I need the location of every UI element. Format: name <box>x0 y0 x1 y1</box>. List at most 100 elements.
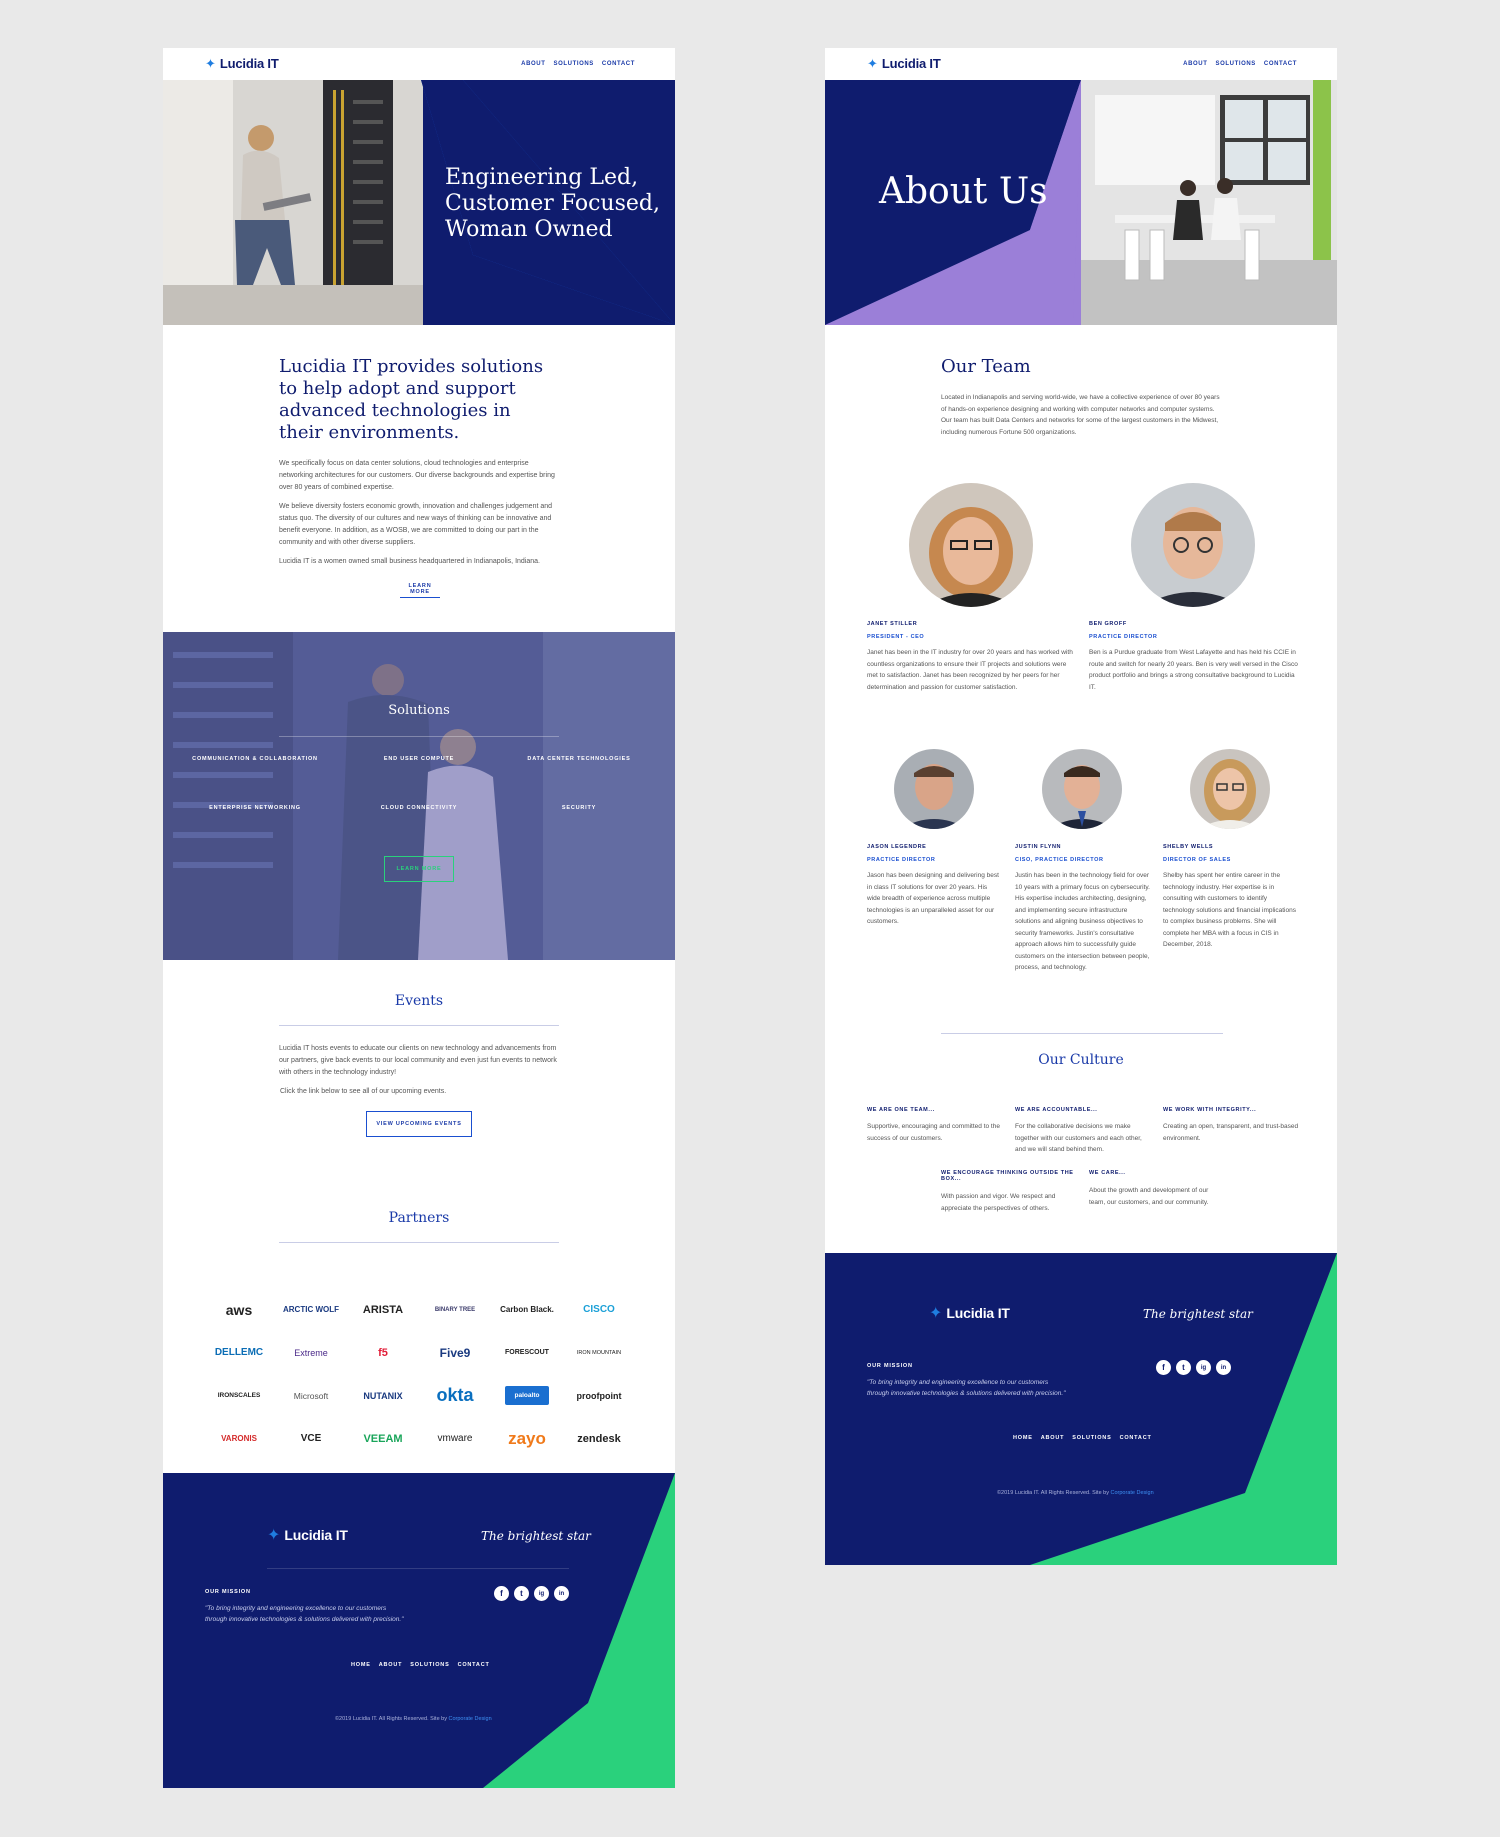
view-upcoming-events-button[interactable]: VIEW UPCOMING EVENTS <box>366 1111 472 1137</box>
avatar-jason-legendre <box>894 749 974 829</box>
avatar-justin-flynn <box>1042 749 1122 829</box>
logo[interactable]: ✦ Lucidia IT <box>867 56 941 71</box>
social-links: f t ig in <box>494 1586 569 1601</box>
intro-heading: Lucidia IT provides solutions to help ad… <box>279 356 544 443</box>
logo-text: Lucidia IT <box>881 56 941 71</box>
footer-logo[interactable]: ✦ Lucidia IT <box>929 1305 1010 1321</box>
solution-item[interactable]: SECURITY <box>499 805 659 811</box>
member-role: PRESIDENT - CEO <box>867 634 925 640</box>
partner-logo-okta: okta <box>436 1385 474 1405</box>
intro-paragraph: Lucidia IT is a women owned small busine… <box>279 558 540 565</box>
member-name: BEN GROFF <box>1089 621 1127 627</box>
member-bio: Jason has been designing and delivering … <box>867 872 999 925</box>
learn-more-link[interactable]: LEARN MORE <box>400 583 440 598</box>
footer-accent-shape <box>1030 1253 1337 1565</box>
partner-logo-veeam: VEEAM <box>363 1432 403 1445</box>
instagram-icon[interactable]: ig <box>534 1586 549 1601</box>
footer-link-contact[interactable]: CONTACT <box>1120 1435 1152 1441</box>
events-title: Events <box>394 993 444 1009</box>
star-logo-icon: ✦ <box>267 1526 281 1544</box>
member-name: SHELBY WELLS <box>1163 844 1214 850</box>
logo-text: Lucidia IT <box>946 1305 1010 1321</box>
footer-logo[interactable]: ✦ Lucidia IT <box>267 1527 348 1543</box>
avatar-shelby-wells <box>1190 749 1270 829</box>
member-bio: Shelby has spent her entire career in th… <box>1163 872 1296 948</box>
partner-logo-forescout: FORESCOUT <box>505 1349 549 1356</box>
about-page-mockup: ✦ Lucidia IT ABOUT SOLUTIONS CONTACT Abo… <box>825 48 1337 1565</box>
footer-link-about[interactable]: ABOUT <box>379 1662 403 1668</box>
hero-title-line: Woman Owned <box>445 217 613 242</box>
logo[interactable]: ✦ Lucidia IT <box>205 56 279 71</box>
nav-contact[interactable]: CONTACT <box>602 61 635 67</box>
member-name: JASON LEGENDRE <box>867 844 927 850</box>
partner-logo-five9: Five9 <box>439 1345 471 1360</box>
divider <box>267 1568 569 1569</box>
instagram-icon[interactable]: ig <box>1196 1360 1211 1375</box>
footer-link-about[interactable]: ABOUT <box>1041 1435 1065 1441</box>
partner-logo-vce: VCE <box>300 1433 322 1444</box>
partner-logo-f5: f5 <box>378 1346 388 1359</box>
partners-title: Partners <box>388 1210 450 1226</box>
partner-logo-zendesk: zendesk <box>577 1432 621 1445</box>
partner-logo-arctic-wolf: ARCTIC WOLF <box>283 1305 339 1314</box>
mission-text: "To bring integrity and engineering exce… <box>867 1379 1066 1397</box>
twitter-icon[interactable]: t <box>1176 1360 1191 1375</box>
footer-link-contact[interactable]: CONTACT <box>458 1662 490 1668</box>
facebook-icon[interactable]: f <box>494 1586 509 1601</box>
solution-item[interactable]: CLOUD CONNECTIVITY <box>339 805 499 811</box>
footer-link-solutions[interactable]: SOLUTIONS <box>1072 1435 1111 1441</box>
linkedin-icon[interactable]: in <box>1216 1360 1231 1375</box>
culture-value-text: About the growth and development of our … <box>1089 1187 1209 1206</box>
culture-title: Our Culture <box>1038 1052 1124 1068</box>
partner-logo-carbon-black: Carbon Black. <box>500 1305 554 1314</box>
partner-logo-nutanix: NUTANIX <box>363 1390 403 1401</box>
star-logo-icon: ✦ <box>205 56 216 71</box>
footer-link-home[interactable]: HOME <box>1013 1435 1033 1441</box>
solutions-learn-more-button[interactable]: LEARN MORE <box>384 856 454 882</box>
mission-label: OUR MISSION <box>205 1589 251 1595</box>
solution-item[interactable]: END USER COMPUTE <box>339 756 499 762</box>
solutions-title: Solutions <box>388 703 450 718</box>
footer-accent-shape <box>483 1473 675 1788</box>
nav-contact[interactable]: CONTACT <box>1264 61 1297 67</box>
solution-item[interactable]: ENTERPRISE NETWORKING <box>175 805 335 811</box>
team-title: Our Team <box>941 356 1031 377</box>
partner-logo-varonis: VARONIS <box>221 1434 257 1443</box>
footer-nav: HOME ABOUT SOLUTIONS CONTACT <box>1013 1435 1152 1441</box>
divider <box>279 736 559 737</box>
nav-solutions[interactable]: SOLUTIONS <box>1216 61 1256 67</box>
culture-value-title: WE CARE... <box>1089 1170 1126 1176</box>
footer-tagline: The brightest star <box>481 1529 591 1543</box>
culture-value-title: WE ENCOURAGE THINKING OUTSIDE THE BOX... <box>941 1170 1074 1182</box>
facebook-icon[interactable]: f <box>1156 1360 1171 1375</box>
partner-logo-grid: aws ARCTIC WOLF ARISTA BINARY TREE Carbo… <box>203 1288 635 1460</box>
partner-logo-cisco: CISCO <box>583 1304 615 1315</box>
partner-logo-dell-emc: DELLEMC <box>214 1347 264 1358</box>
nav-about[interactable]: ABOUT <box>521 61 545 67</box>
intro-paragraph: We specifically focus on data center sol… <box>279 460 555 491</box>
nav-about[interactable]: ABOUT <box>1183 61 1207 67</box>
credit-link[interactable]: Corporate Design <box>1111 1490 1154 1496</box>
member-name: JANET STILLER <box>867 621 918 627</box>
hero-title-line: Customer Focused, <box>445 191 660 216</box>
linkedin-icon[interactable]: in <box>554 1586 569 1601</box>
partner-logo-ironscales: IRONSCALES <box>217 1392 261 1399</box>
events-paragraph: Lucidia IT hosts events to educate our c… <box>279 1045 557 1076</box>
copyright-text: ©2019 Lucidia IT. All Rights Reserved. S… <box>335 1716 447 1722</box>
nav-solutions[interactable]: SOLUTIONS <box>554 61 594 67</box>
events-paragraph: Click the link below to see all of our u… <box>280 1088 447 1095</box>
footer-tagline: The brightest star <box>1143 1307 1253 1321</box>
solution-item[interactable]: DATA CENTER TECHNOLOGIES <box>499 756 659 762</box>
mission-text: "To bring integrity and engineering exce… <box>205 1605 404 1623</box>
intro-paragraph: We believe diversity fosters economic gr… <box>279 503 553 546</box>
credit-link[interactable]: Corporate Design <box>449 1716 492 1722</box>
twitter-icon[interactable]: t <box>514 1586 529 1601</box>
solution-item[interactable]: COMMUNICATION & COLLABORATION <box>175 756 335 762</box>
logo-text: Lucidia IT <box>219 56 279 71</box>
partner-logo-arista: ARISTA <box>362 1303 404 1316</box>
footer-link-solutions[interactable]: SOLUTIONS <box>410 1662 449 1668</box>
about-hero-title: About Us <box>879 171 1048 212</box>
footer-link-home[interactable]: HOME <box>351 1662 371 1668</box>
star-logo-icon: ✦ <box>867 56 878 71</box>
partner-logo-vmware: vmware <box>437 1433 473 1444</box>
